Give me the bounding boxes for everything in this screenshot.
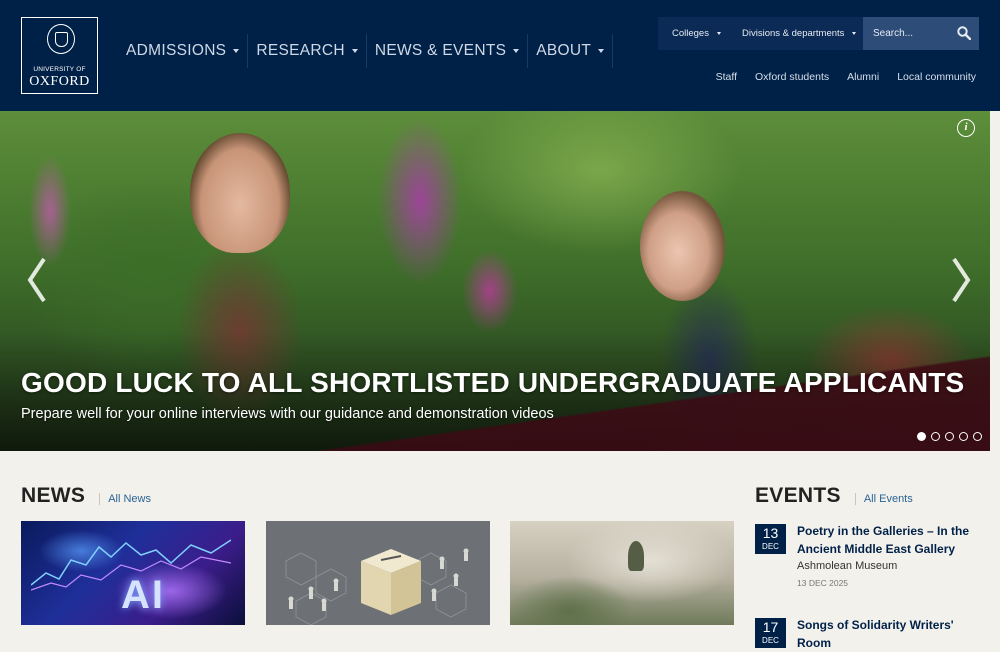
news-title: NEWS — [21, 484, 86, 507]
news-image-ai[interactable]: AI — [21, 521, 245, 625]
info-icon[interactable]: i — [957, 119, 975, 137]
hero-band — [0, 351, 990, 451]
all-news-link[interactable]: All News — [99, 493, 151, 505]
hero-photo-person — [190, 133, 290, 253]
quicklink-alumni[interactable]: Alumni — [847, 71, 879, 83]
nav-item-research[interactable]: RESEARCH — [248, 34, 367, 68]
caret-down-icon — [598, 49, 605, 53]
hero-title[interactable]: GOOD LUCK TO ALL SHORTLISTED UNDERGRADUA… — [21, 367, 964, 399]
quicklink-local-community[interactable]: Local community — [897, 71, 976, 83]
carousel-dot-2[interactable] — [931, 432, 940, 441]
events-title: EVENTS — [755, 484, 841, 507]
nav-item-news-events[interactable]: NEWS & EVENTS — [367, 34, 529, 68]
main-nav: ADMISSIONS RESEARCH NEWS & EVENTS ABOUT — [118, 34, 614, 68]
caret-down-icon — [351, 49, 358, 53]
colleges-label: Colleges — [672, 28, 709, 39]
event-month: DEC — [762, 542, 779, 551]
quick-links: Staff Oxford students Alumni Local commu… — [716, 71, 976, 83]
all-events-link[interactable]: All Events — [854, 493, 913, 505]
nav-label: NEWS & EVENTS — [374, 42, 507, 59]
ballot-box-graphic — [285, 548, 469, 625]
news-image-ballot[interactable] — [266, 521, 490, 625]
event-day: 17 — [762, 619, 779, 635]
crest-icon — [47, 24, 75, 54]
news-image-forest-fire[interactable] — [510, 521, 734, 625]
hero-photo-person — [640, 191, 725, 301]
caret-down-icon — [716, 32, 721, 35]
nav-label: ABOUT — [536, 42, 592, 59]
chevron-left-icon[interactable] — [26, 255, 48, 305]
divisions-label: Divisions & departments — [742, 28, 845, 39]
news-header: NEWS All News — [21, 484, 151, 508]
search-input[interactable] — [873, 28, 953, 39]
colleges-dropdown[interactable]: Colleges — [658, 17, 730, 50]
search-icon[interactable] — [957, 26, 971, 40]
chevron-right-icon[interactable] — [950, 255, 972, 305]
utility-bar: Colleges Divisions & departments — [658, 17, 979, 50]
event-date-badge: 13 DEC — [755, 524, 786, 554]
quicklink-staff[interactable]: Staff — [716, 71, 737, 83]
caret-down-icon — [513, 49, 520, 53]
carousel-dots — [917, 432, 982, 441]
oxford-logo[interactable]: UNIVERSITY OF OXFORD — [21, 17, 98, 94]
nav-label: RESEARCH — [256, 42, 345, 59]
hero-subtitle: Prepare well for your online interviews … — [21, 406, 554, 422]
ai-graphic-text: AI — [121, 573, 165, 617]
logo-line1: UNIVERSITY OF — [33, 66, 86, 73]
search-box — [863, 17, 979, 50]
event-month: DEC — [762, 636, 779, 645]
events-header: EVENTS All Events — [755, 484, 913, 508]
site-header: UNIVERSITY OF OXFORD ADMISSIONS RESEARCH… — [0, 0, 1000, 111]
event-date-badge: 17 DEC — [755, 618, 786, 648]
divisions-dropdown[interactable]: Divisions & departments — [730, 17, 863, 50]
caret-down-icon — [852, 32, 857, 35]
carousel-dot-4[interactable] — [959, 432, 968, 441]
event-day: 13 — [762, 525, 779, 541]
event-title[interactable]: Songs of Solidarity Writers' Room — [797, 616, 987, 652]
carousel-dot-3[interactable] — [945, 432, 954, 441]
nav-label: ADMISSIONS — [126, 42, 227, 59]
carousel-dot-1[interactable] — [917, 432, 926, 441]
event-title[interactable]: Poetry in the Galleries – In the Ancient… — [797, 522, 987, 558]
nav-item-admissions[interactable]: ADMISSIONS — [118, 34, 249, 68]
carousel-dot-5[interactable] — [973, 432, 982, 441]
tree-graphic — [628, 541, 644, 571]
nav-item-about[interactable]: ABOUT — [528, 34, 614, 68]
quicklink-oxford-students[interactable]: Oxford students — [755, 71, 829, 83]
logo-line2: OXFORD — [29, 74, 90, 89]
event-venue: Ashmolean Museum — [797, 560, 898, 572]
event-date: 13 DEC 2025 — [797, 578, 849, 588]
caret-down-icon — [233, 49, 240, 53]
hero-carousel: GOOD LUCK TO ALL SHORTLISTED UNDERGRADUA… — [0, 111, 990, 451]
